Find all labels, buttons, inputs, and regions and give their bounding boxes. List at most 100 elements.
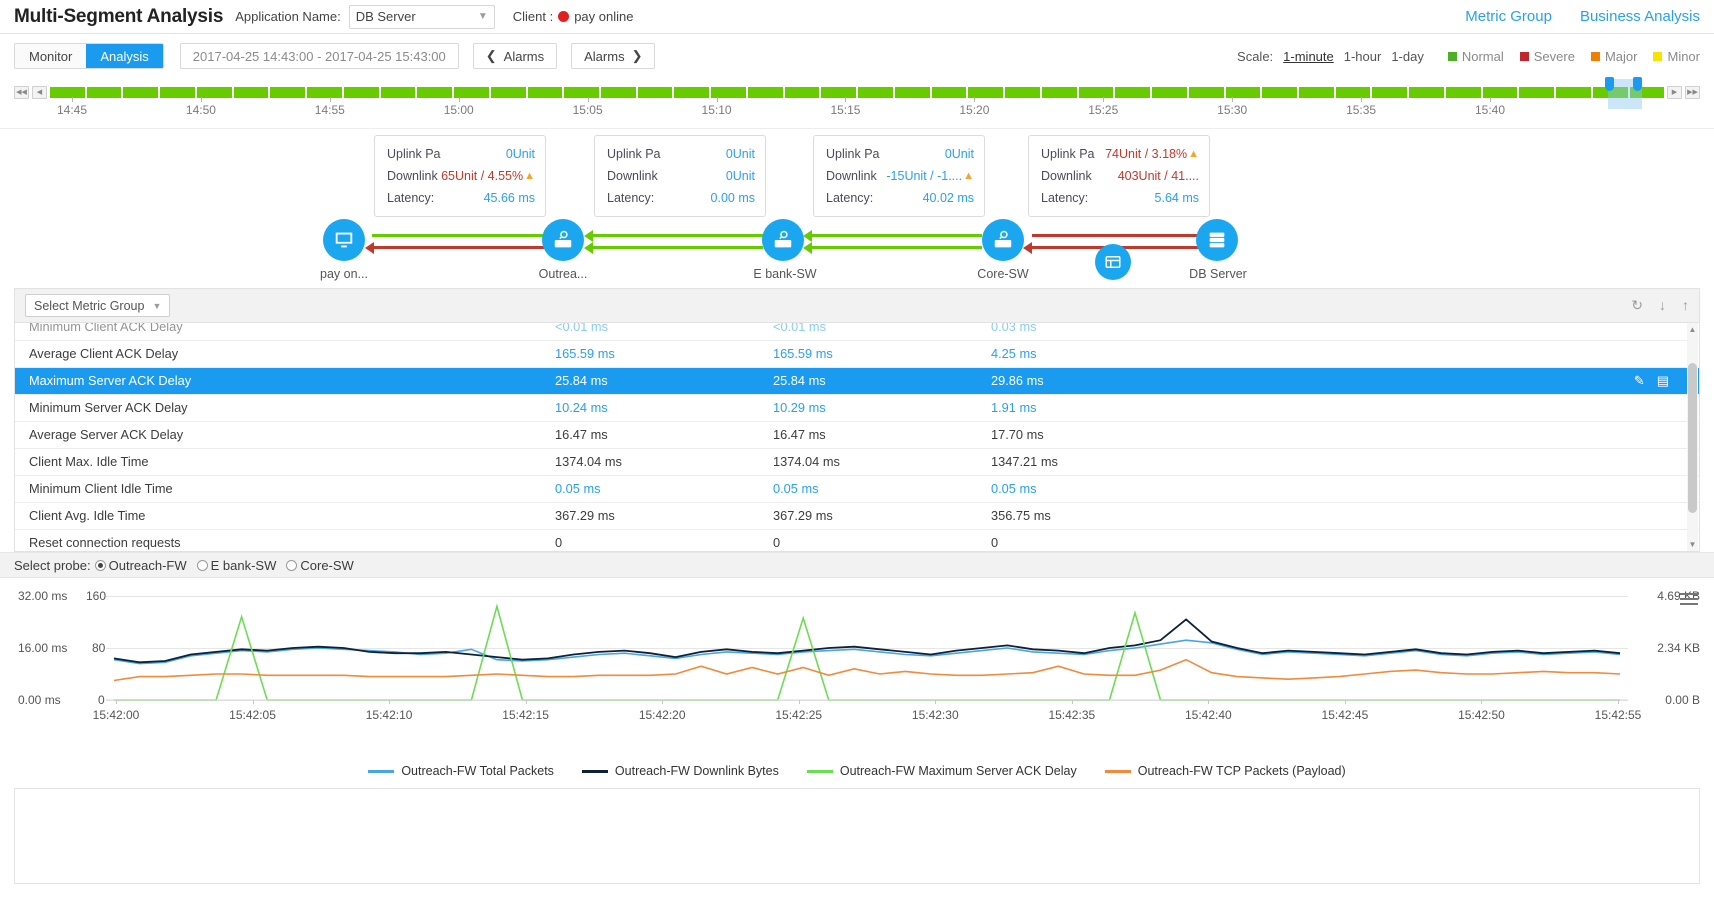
timeline-next-button[interactable]: ▶	[1667, 85, 1682, 99]
tab-analysis[interactable]: Analysis	[86, 44, 163, 68]
timeline-handle-right[interactable]	[1633, 76, 1642, 91]
timeline-segment[interactable]	[196, 86, 232, 98]
topology-node-core-sw[interactable]	[982, 219, 1024, 261]
collapse-icon[interactable]: ↑	[1682, 297, 1689, 314]
probe-option-e-bank-sw[interactable]: E bank-SW	[195, 558, 276, 573]
timeline-segment[interactable]	[711, 86, 746, 98]
scale-option-1-hour[interactable]: 1-hour	[1344, 49, 1382, 64]
tab-monitor[interactable]: Monitor	[15, 44, 87, 68]
timeline-segment[interactable]	[894, 86, 930, 98]
timeline-segment[interactable]	[747, 86, 783, 98]
timeline-segment[interactable]	[931, 86, 967, 98]
timeline-segment[interactable]	[1225, 86, 1261, 98]
metric-value-cell[interactable]: 0.05 ms	[555, 475, 773, 503]
timeline-segment[interactable]	[1372, 86, 1408, 98]
application-name-select[interactable]: DB Server ▼	[348, 4, 495, 29]
topology-node-extra-database[interactable]	[1095, 244, 1131, 280]
metric-group-link[interactable]: Metric Group	[1465, 8, 1552, 25]
timeline-segment[interactable]	[343, 86, 379, 98]
timeline-segment[interactable]	[637, 86, 673, 98]
timeline-segment[interactable]	[380, 86, 416, 98]
timeline-segment[interactable]	[1041, 86, 1077, 98]
scroll-up-icon[interactable]: ▲	[1688, 325, 1697, 334]
timeline-segment[interactable]	[417, 86, 453, 98]
timeline-segment[interactable]	[454, 86, 489, 98]
metrics-scrollbar-thumb[interactable]	[1688, 363, 1697, 513]
metric-value-cell[interactable]: 165.59 ms	[773, 340, 991, 368]
timeline-segment[interactable]	[821, 86, 857, 98]
timeline-segment[interactable]	[1005, 86, 1040, 98]
scale-option-1-minute[interactable]: 1-minute	[1283, 49, 1334, 64]
scale-option-1-day[interactable]: 1-day	[1391, 49, 1424, 64]
timeline-segment[interactable]	[564, 86, 600, 98]
topology-node-db-server[interactable]	[1196, 219, 1238, 261]
table-row[interactable]: Minimum Client ACK Delay <0.01 ms <0.01 ms…	[15, 323, 1699, 341]
table-row[interactable]: Minimum Server ACK Delay 10.24 ms 10.29 ms…	[15, 394, 1699, 422]
metrics-scrollbar[interactable]: ▲ ▼	[1687, 323, 1698, 551]
chart-legend-item[interactable]: Outreach-FW TCP Packets (Payload)	[1104, 764, 1346, 778]
scroll-down-icon[interactable]: ▼	[1688, 540, 1697, 549]
timeline-prev-button[interactable]: ◀	[32, 85, 47, 99]
metric-value-cell[interactable]: 0.03 ms	[991, 323, 1209, 341]
probe-option-outreach-fw[interactable]: Outreach-FW	[93, 558, 187, 573]
timeline-segment[interactable]	[160, 86, 195, 98]
timeline-segment[interactable]	[233, 86, 269, 98]
timeline-segment[interactable]	[674, 86, 710, 98]
timeline-handle-left[interactable]	[1605, 76, 1614, 91]
timeline-segment[interactable]	[527, 86, 563, 98]
topology-node-client[interactable]	[323, 219, 365, 261]
probe-option-core-sw[interactable]: Core-SW	[284, 558, 354, 573]
metric-value-cell[interactable]: <0.01 ms	[773, 323, 991, 341]
chart-menu-icon[interactable]	[1680, 590, 1698, 608]
business-analysis-link[interactable]: Business Analysis	[1580, 8, 1700, 25]
table-row[interactable]: Minimum Client Idle Time 0.05 ms 0.05 ms 0.…	[15, 475, 1699, 503]
timeline-segment[interactable]	[1519, 86, 1555, 98]
refresh-icon[interactable]: ↻	[1631, 297, 1643, 314]
select-metric-group-dropdown[interactable]: Select Metric Group ▼	[25, 294, 171, 317]
table-row[interactable]: Client Max. Idle Time 1374.04 ms 1374.04 m…	[15, 448, 1699, 476]
timeline-first-button[interactable]: ◀◀	[14, 85, 29, 99]
edit-icon[interactable]: ✎	[1634, 373, 1645, 389]
metric-value-cell[interactable]: 4.25 ms	[991, 340, 1209, 368]
alarms-prev-button[interactable]: ❮ Alarms	[472, 43, 558, 69]
alarms-next-button[interactable]: Alarms ❯	[571, 43, 656, 69]
timeline-segment[interactable]	[784, 86, 820, 98]
timeline-segment[interactable]	[270, 86, 306, 98]
timeline-segment[interactable]	[1115, 86, 1151, 98]
timeline-segments[interactable]	[50, 76, 1665, 109]
table-row[interactable]: Average Server ACK Delay 16.47 ms 16.47 ms…	[15, 421, 1699, 449]
timeline-segment[interactable]	[1335, 86, 1371, 98]
topology-node-e-bank-sw[interactable]	[762, 219, 804, 261]
timeline-last-button[interactable]: ▶▶	[1685, 85, 1700, 99]
timeline-segment[interactable]	[1556, 86, 1591, 98]
date-range-input[interactable]: 2017-04-25 14:43:00 - 2017-04-25 15:43:0…	[179, 43, 459, 69]
table-row[interactable]: Average Client ACK Delay 165.59 ms 165.59 …	[15, 340, 1699, 368]
timeline-segment[interactable]	[1078, 86, 1114, 98]
timeline-segment[interactable]	[1482, 86, 1518, 98]
timeline-segment[interactable]	[601, 86, 636, 98]
timeline-segment[interactable]	[307, 86, 342, 98]
timeline-segment[interactable]	[1445, 86, 1481, 98]
timeline-segment[interactable]	[123, 86, 159, 98]
metric-value-cell[interactable]: <0.01 ms	[555, 323, 773, 341]
timeline-segment[interactable]	[490, 86, 526, 98]
timeline-segment[interactable]	[858, 86, 893, 98]
table-row[interactable]: Client Avg. Idle Time 367.29 ms 367.29 ms 3…	[15, 502, 1699, 530]
timeline-segment[interactable]	[50, 86, 85, 98]
metric-value-cell[interactable]: 165.59 ms	[555, 340, 773, 368]
chart-legend-item[interactable]: Outreach-FW Maximum Server ACK Delay	[806, 764, 1077, 778]
timeline-segment[interactable]	[86, 86, 122, 98]
metric-value-cell[interactable]: 10.24 ms	[555, 394, 773, 422]
table-row[interactable]: Maximum Server ACK Delay 25.84 ms 25.84 ms…	[15, 367, 1699, 395]
timeline-segment[interactable]	[1409, 86, 1444, 98]
topology-node-outreach-fw[interactable]	[542, 219, 584, 261]
metric-value-cell[interactable]: 10.29 ms	[773, 394, 991, 422]
download-icon[interactable]: ↓	[1659, 297, 1666, 314]
timeline[interactable]: ◀◀ ◀ ▶ ▶▶ 14:45 14:50 14:55 15:00 15:05 15:10…	[0, 76, 1714, 128]
metric-value-cell[interactable]: 1.91 ms	[991, 394, 1209, 422]
chart-legend-item[interactable]: Outreach-FW Downlink Bytes	[581, 764, 779, 778]
table-row[interactable]: Reset connection requests 0 0 0	[15, 529, 1699, 551]
timeline-segment[interactable]	[1298, 86, 1334, 98]
timeline-segment[interactable]	[1152, 86, 1187, 98]
chart-icon[interactable]: ▤	[1657, 373, 1669, 389]
